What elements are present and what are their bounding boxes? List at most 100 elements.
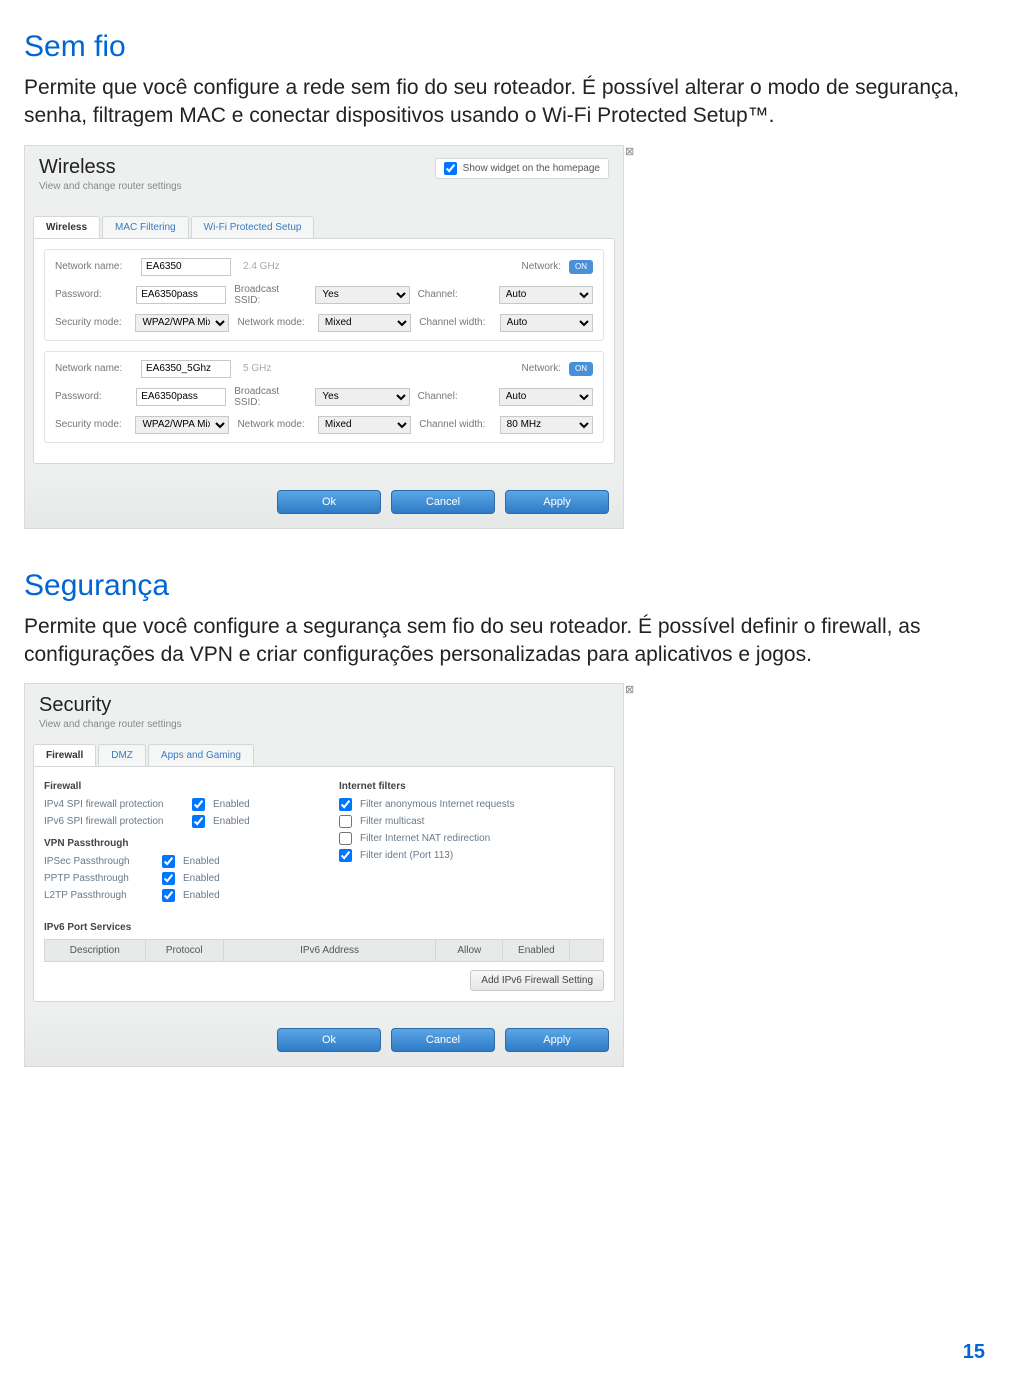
- input-password-24[interactable]: [136, 286, 226, 304]
- label-password-5: Password:: [55, 391, 128, 402]
- input-network-name-24[interactable]: [141, 258, 231, 276]
- enabled-label: Enabled: [183, 890, 220, 901]
- tab-apps-gaming[interactable]: Apps and Gaming: [148, 744, 254, 766]
- show-widget-checkbox[interactable]: Show widget on the homepage: [435, 158, 609, 179]
- firewall-item-ipv4: IPv4 SPI firewall protection Enabled: [44, 798, 309, 811]
- band-5-label: 5 GHz: [243, 363, 293, 374]
- add-ipv6-firewall-button[interactable]: Add IPv6 Firewall Setting: [470, 970, 604, 991]
- band-5-group: Network name: 5 GHz Network: ON Password…: [44, 351, 604, 443]
- ok-button[interactable]: Ok: [277, 490, 381, 514]
- col-protocol: Protocol: [145, 940, 223, 962]
- col-enabled: Enabled: [503, 940, 570, 962]
- select-security-24[interactable]: WPA2/WPA Mixed Pers: [135, 314, 229, 332]
- cancel-button[interactable]: Cancel: [391, 490, 495, 514]
- tab-wps[interactable]: Wi-Fi Protected Setup: [191, 216, 315, 238]
- band-24-group: Network name: 2.4 GHz Network: ON Passwo…: [44, 249, 604, 341]
- filter-multicast-checkbox[interactable]: [339, 815, 352, 828]
- select-security-5[interactable]: WPA2/WPA Mixed Pers: [135, 416, 229, 434]
- col-ipv6-address: IPv6 Address: [223, 940, 435, 962]
- ipv6-services-heading: IPv6 Port Services: [44, 922, 604, 933]
- page-number: 15: [963, 1341, 985, 1364]
- filter-ident-label: Filter ident (Port 113): [360, 850, 453, 861]
- filter-multicast-label: Filter multicast: [360, 816, 424, 827]
- show-widget-input[interactable]: [444, 162, 457, 175]
- tab-dmz[interactable]: DMZ: [98, 744, 146, 766]
- vpn-item-ipsec: IPSec Passthrough Enabled: [44, 855, 309, 868]
- select-mode-24[interactable]: Mixed: [318, 314, 411, 332]
- col-description: Description: [45, 940, 146, 962]
- apply-button[interactable]: Apply: [505, 1028, 609, 1052]
- internet-filter-ident: Filter ident (Port 113): [339, 849, 604, 862]
- firewall-item-ipv6: IPv6 SPI firewall protection Enabled: [44, 815, 309, 828]
- ipv6-table: Description Protocol IPv6 Address Allow …: [44, 939, 604, 962]
- input-password-5[interactable]: [136, 388, 226, 406]
- tab-mac-filtering[interactable]: MAC Filtering: [102, 216, 189, 238]
- filter-nat-checkbox[interactable]: [339, 832, 352, 845]
- select-channel-24[interactable]: Auto: [499, 286, 593, 304]
- firewall-ipv4-checkbox[interactable]: [192, 798, 205, 811]
- label-channel-width: Channel width:: [419, 317, 491, 328]
- section-heading-security: Segurança: [24, 569, 987, 603]
- internet-filter-nat: Filter Internet NAT redirection: [339, 832, 604, 845]
- ok-button[interactable]: Ok: [277, 1028, 381, 1052]
- label-channel-width-5: Channel width:: [419, 419, 491, 430]
- close-icon[interactable]: ⊠: [625, 683, 637, 695]
- select-broadcast-24[interactable]: Yes: [315, 286, 409, 304]
- vpn-l2tp-label: L2TP Passthrough: [44, 890, 154, 901]
- section-desc-security: Permite que você configure a segurança s…: [24, 613, 987, 670]
- apply-button[interactable]: Apply: [505, 490, 609, 514]
- wireless-subtitle: View and change router settings: [39, 181, 182, 192]
- firewall-heading: Firewall: [44, 781, 309, 792]
- input-network-name-5[interactable]: [141, 360, 231, 378]
- vpn-ipsec-checkbox[interactable]: [162, 855, 175, 868]
- label-network-5: Network:: [522, 363, 561, 374]
- cancel-button[interactable]: Cancel: [391, 1028, 495, 1052]
- col-blank: [570, 940, 604, 962]
- label-channel: Channel:: [418, 289, 491, 300]
- toggle-network-24[interactable]: ON: [569, 260, 593, 274]
- vpn-ipsec-label: IPSec Passthrough: [44, 856, 154, 867]
- internet-filter-multicast: Filter multicast: [339, 815, 604, 828]
- security-title: Security: [39, 694, 182, 717]
- tab-firewall[interactable]: Firewall: [33, 744, 96, 766]
- label-broadcast-5: Broadcast SSID:: [234, 386, 307, 408]
- enabled-label: Enabled: [213, 816, 250, 827]
- label-network-name-5: Network name:: [55, 363, 133, 374]
- select-width-24[interactable]: Auto: [500, 314, 593, 332]
- label-channel-5: Channel:: [418, 391, 491, 402]
- security-subtitle: View and change router settings: [39, 719, 182, 730]
- select-mode-5[interactable]: Mixed: [318, 416, 411, 434]
- select-broadcast-5[interactable]: Yes: [315, 388, 409, 406]
- security-panel: ⊠ Security View and change router settin…: [24, 683, 624, 1067]
- label-network-mode-5: Network mode:: [237, 419, 309, 430]
- wireless-panel: ⊠ Wireless View and change router settin…: [24, 145, 624, 529]
- vpn-pptp-label: PPTP Passthrough: [44, 873, 154, 884]
- label-broadcast: Broadcast SSID:: [234, 284, 307, 306]
- enabled-label: Enabled: [213, 799, 250, 810]
- tab-wireless[interactable]: Wireless: [33, 216, 100, 238]
- wireless-title: Wireless: [39, 156, 182, 179]
- select-width-5[interactable]: 80 MHz: [500, 416, 593, 434]
- firewall-ipv6-checkbox[interactable]: [192, 815, 205, 828]
- internet-filter-anon: Filter anonymous Internet requests: [339, 798, 604, 811]
- close-icon[interactable]: ⊠: [625, 145, 637, 157]
- enabled-label: Enabled: [183, 856, 220, 867]
- vpn-l2tp-checkbox[interactable]: [162, 889, 175, 902]
- show-widget-label: Show widget on the homepage: [463, 163, 600, 174]
- col-allow: Allow: [436, 940, 503, 962]
- select-channel-5[interactable]: Auto: [499, 388, 593, 406]
- internet-filters-heading: Internet filters: [339, 781, 604, 792]
- vpn-heading: VPN Passthrough: [44, 838, 309, 849]
- enabled-label: Enabled: [183, 873, 220, 884]
- filter-anon-checkbox[interactable]: [339, 798, 352, 811]
- label-security-mode: Security mode:: [55, 317, 127, 328]
- label-network: Network:: [522, 261, 561, 272]
- band-24-label: 2.4 GHz: [243, 261, 293, 272]
- filter-ident-checkbox[interactable]: [339, 849, 352, 862]
- vpn-pptp-checkbox[interactable]: [162, 872, 175, 885]
- vpn-item-pptp: PPTP Passthrough Enabled: [44, 872, 309, 885]
- firewall-ipv6-label: IPv6 SPI firewall protection: [44, 816, 184, 827]
- toggle-network-5[interactable]: ON: [569, 362, 593, 376]
- filter-anon-label: Filter anonymous Internet requests: [360, 799, 515, 810]
- label-network-name: Network name:: [55, 261, 133, 272]
